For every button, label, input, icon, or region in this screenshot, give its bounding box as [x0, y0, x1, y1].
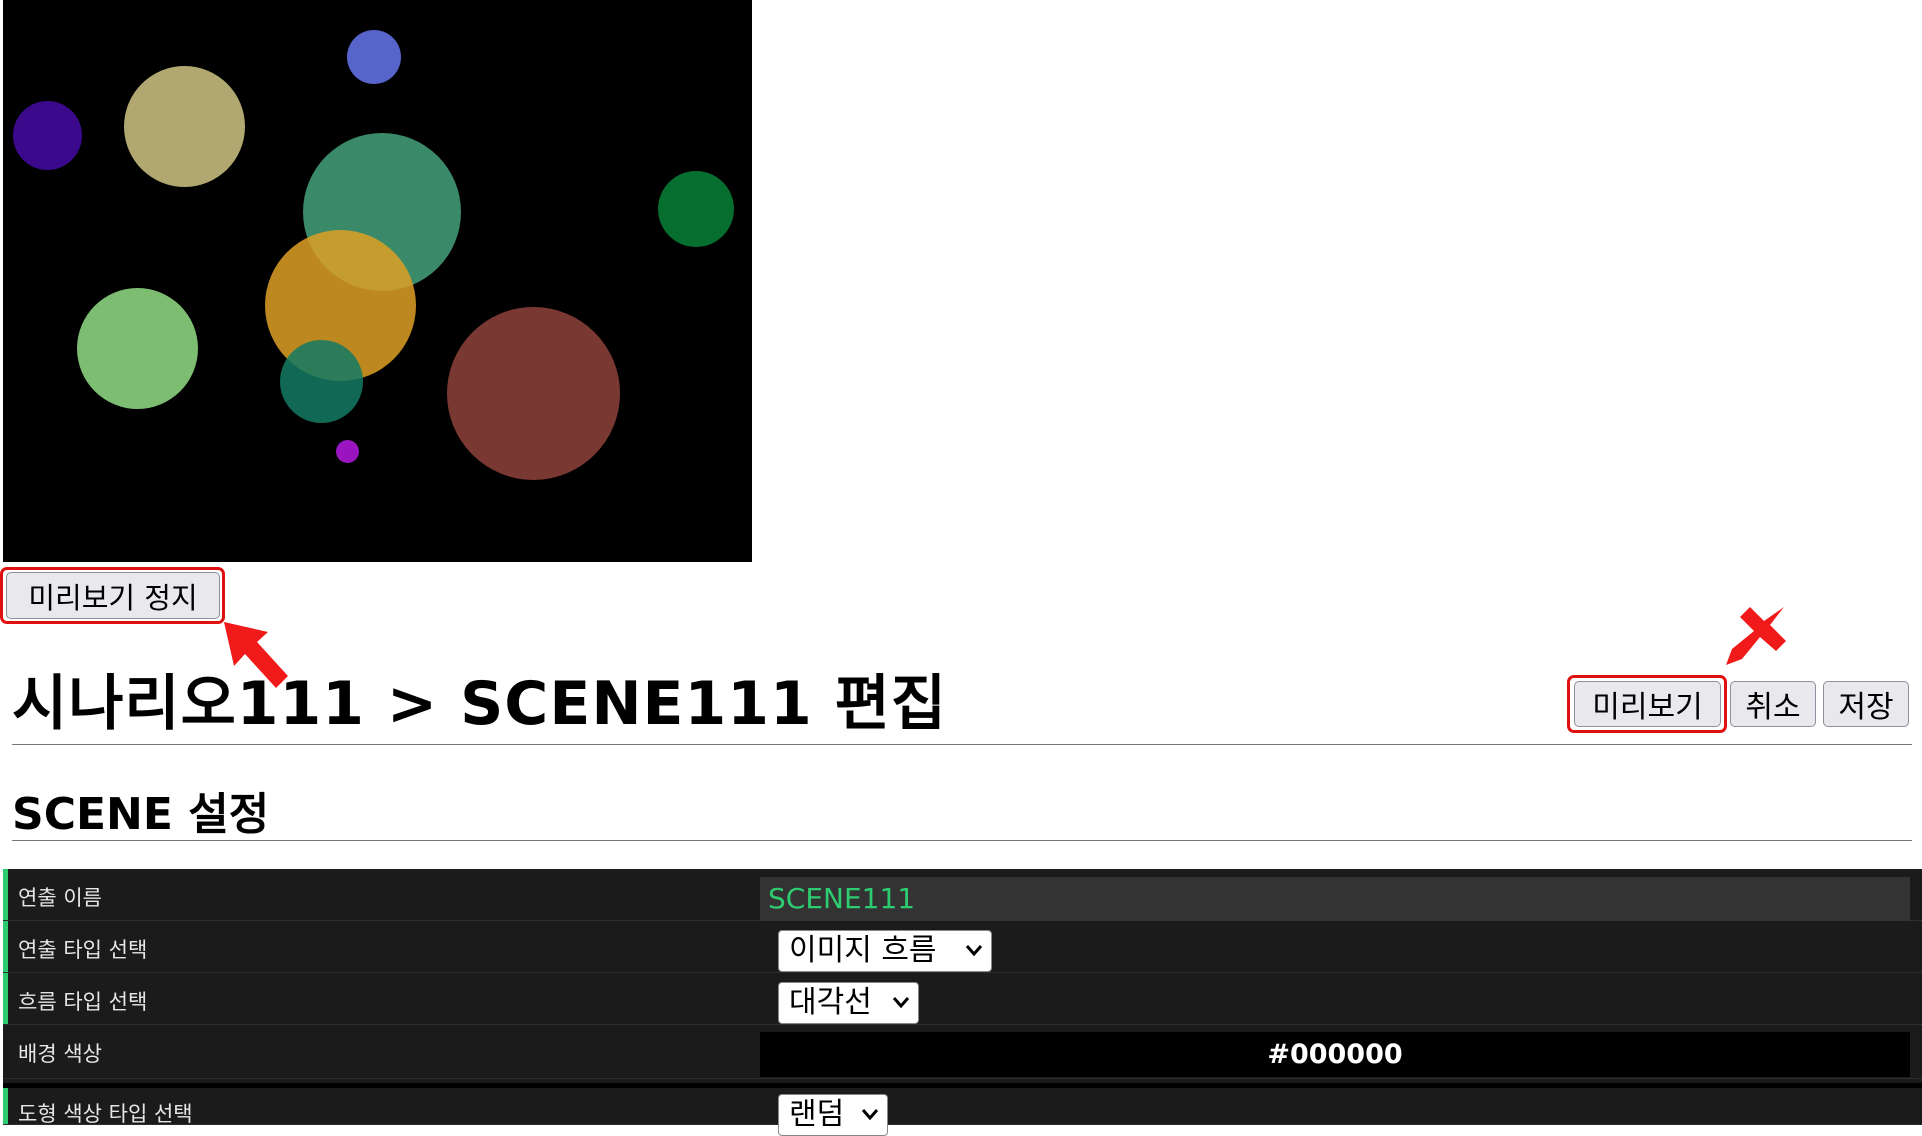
background-color-label: 배경 색상: [18, 1042, 102, 1066]
flow-type-select[interactable]: 대각선: [778, 982, 919, 1024]
circle-shape: [447, 307, 620, 480]
circle-shape: [658, 171, 734, 247]
arrow-annotation-icon: [1726, 607, 1786, 665]
chevron-down-icon: [861, 1109, 879, 1121]
direction-type-value: 이미지 흐름: [789, 933, 937, 968]
shape-color-type-select[interactable]: 랜덤: [778, 1094, 888, 1136]
settings-table: 연출 이름 SCENE111 연출 타입 선택 이미지 흐름 흐름 타입 선택 …: [3, 869, 1922, 1136]
setting-row-background-color: 배경 색상 #000000: [3, 1025, 1922, 1079]
stop-preview-button[interactable]: 미리보기 정지: [6, 572, 220, 619]
shape-color-type-value: 랜덤: [789, 1097, 845, 1132]
setting-row-direction-type: 연출 타입 선택 이미지 흐름: [3, 921, 1922, 973]
row-accent: [3, 869, 8, 920]
direction-name-label: 연출 이름: [18, 886, 102, 910]
flow-type-label: 흐름 타입 선택: [18, 990, 148, 1014]
save-button[interactable]: 저장: [1823, 681, 1909, 727]
direction-name-input[interactable]: SCENE111: [760, 877, 1910, 921]
section-title: SCENE 설정: [12, 789, 270, 840]
circle-shape: [124, 66, 245, 187]
preview-canvas: [3, 0, 752, 562]
setting-row-direction-name: 연출 이름 SCENE111: [3, 869, 1922, 921]
row-accent: [3, 973, 8, 1024]
chevron-down-icon: [965, 945, 983, 957]
circle-shape: [13, 101, 82, 170]
direction-type-label: 연출 타입 선택: [18, 938, 148, 962]
cancel-button[interactable]: 취소: [1730, 681, 1816, 727]
section-divider: [12, 840, 1912, 841]
background-color-picker[interactable]: #000000: [760, 1032, 1910, 1077]
circle-shape: [347, 30, 401, 84]
preview-button[interactable]: 미리보기: [1574, 681, 1721, 727]
flow-type-value: 대각선: [789, 985, 872, 1020]
setting-row-flow-type: 흐름 타입 선택 대각선: [3, 973, 1922, 1025]
direction-type-select[interactable]: 이미지 흐름: [778, 930, 992, 972]
title-divider: [12, 744, 1912, 745]
page-title: 시나리오111 > SCENE111 편집: [12, 669, 948, 739]
circle-shape: [77, 288, 198, 409]
shape-color-type-label: 도형 색상 타입 선택: [18, 1102, 193, 1126]
circle-shape: [336, 440, 359, 463]
circle-shape: [280, 340, 363, 423]
setting-row-shape-color-type: 도형 색상 타입 선택 랜덤: [3, 1083, 1922, 1136]
row-accent: [3, 921, 8, 972]
chevron-down-icon: [892, 997, 910, 1009]
row-accent: [3, 1088, 8, 1124]
